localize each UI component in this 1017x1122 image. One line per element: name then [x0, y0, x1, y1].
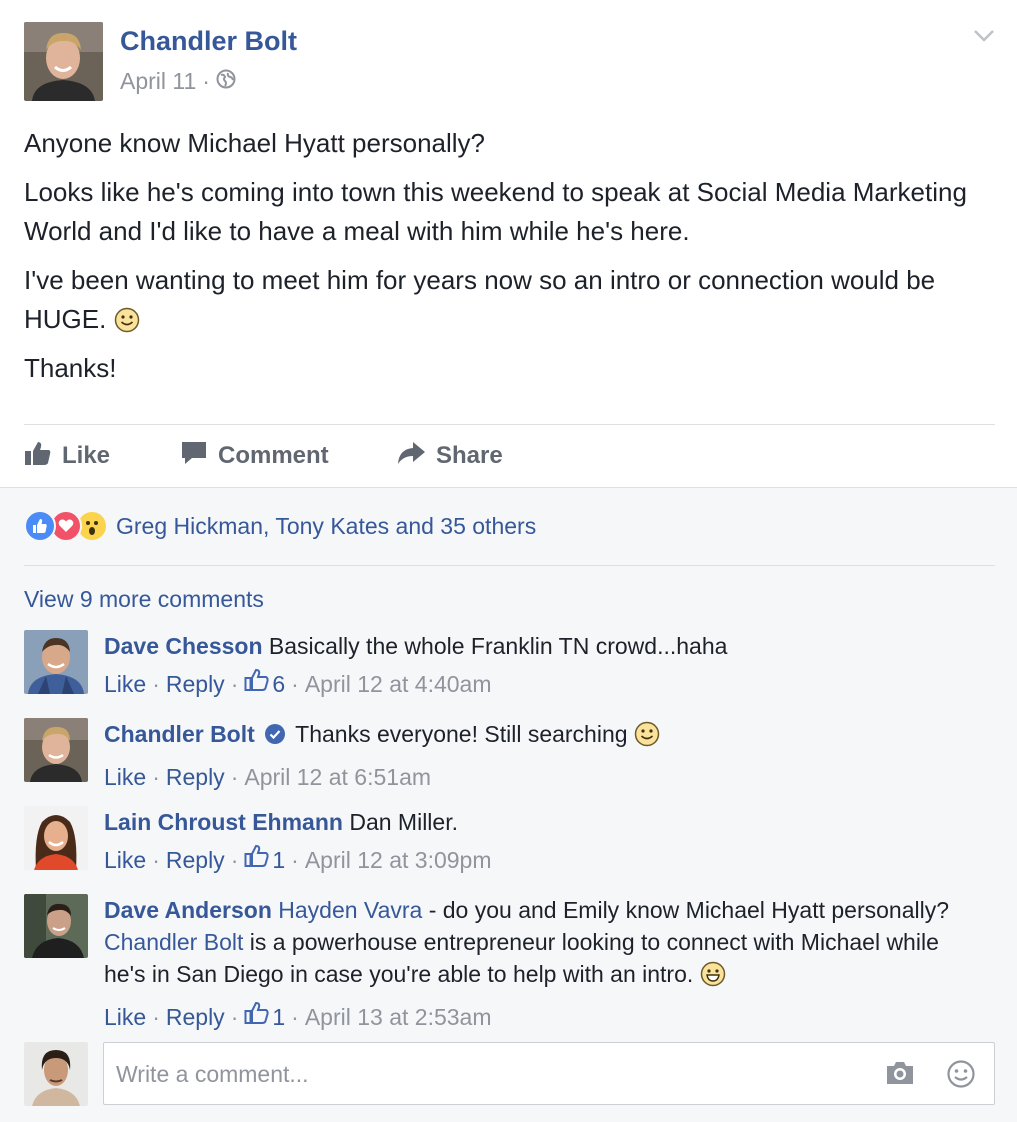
- smiley-emoji-icon: [114, 305, 140, 344]
- grinning-emoji-icon: [700, 961, 726, 995]
- comment-like-count[interactable]: 1: [272, 844, 285, 876]
- comment-like-link[interactable]: Like: [104, 761, 146, 793]
- write-comment-input[interactable]: [116, 1057, 856, 1091]
- comment-like-link[interactable]: Like: [104, 668, 146, 700]
- comment-composer: [103, 1042, 995, 1105]
- meta-separator: ·: [152, 671, 160, 697]
- globe-icon[interactable]: [216, 68, 236, 95]
- like-label: Like: [62, 442, 111, 469]
- post-date[interactable]: April 11: [120, 68, 196, 95]
- comment-meta: Like · Reply · 6 · April 12 at 4:40am: [104, 668, 984, 700]
- comment-bubble-icon: [180, 440, 208, 473]
- divider: [24, 424, 995, 425]
- view-more-comments-link[interactable]: View 9 more comments: [24, 586, 264, 613]
- comment-body: Lain Chroust Ehmann Dan Miller. Like · R…: [104, 806, 984, 876]
- chevron-down-icon[interactable]: [972, 28, 996, 49]
- divider: [24, 565, 995, 566]
- comment-text: Dan Miller.: [349, 809, 458, 835]
- comment-timestamp[interactable]: April 13 at 2:53am: [305, 1001, 492, 1033]
- comment-label: Comment: [218, 442, 329, 469]
- mention-link[interactable]: Chandler Bolt: [104, 929, 243, 955]
- comment-like-link[interactable]: Like: [104, 844, 146, 876]
- commenter-avatar[interactable]: [24, 718, 88, 782]
- meta-separator: ·: [230, 847, 239, 873]
- reaction-names-link[interactable]: Greg Hickman, Tony Kates and 35 others: [116, 513, 536, 540]
- smiley-emoji-icon: [634, 721, 660, 755]
- comment-content: Chandler Bolt Thanks everyone! Still sea…: [104, 718, 984, 755]
- post-paragraph: Thanks!: [24, 353, 117, 383]
- meta-separator: ·: [230, 1004, 239, 1030]
- post-paragraph: Anyone know Michael Hyatt personally?: [24, 128, 486, 158]
- comment-like-count[interactable]: 1: [272, 1001, 285, 1033]
- comment-meta: Like · Reply · 1 · April 13 at 2:53am: [104, 1001, 984, 1033]
- emoji-picker-icon[interactable]: [946, 1059, 976, 1094]
- comment-reply-link[interactable]: Reply: [166, 761, 225, 793]
- comment-author[interactable]: Lain Chroust Ehmann: [104, 809, 343, 835]
- thumbs-up-outline-icon[interactable]: [244, 668, 270, 700]
- like-reaction-icon: [24, 510, 56, 542]
- comment-meta: Like · Reply · April 12 at 6:51am: [104, 761, 984, 793]
- comment-like-link[interactable]: Like: [104, 1001, 146, 1033]
- thumbs-up-outline-icon[interactable]: [244, 1001, 270, 1033]
- comment-text: Thanks everyone! Still searching: [295, 721, 628, 747]
- verified-badge-icon: [265, 724, 286, 744]
- current-user-avatar: [24, 1042, 88, 1106]
- commenter-avatar[interactable]: [24, 806, 88, 870]
- comment-content: Lain Chroust Ehmann Dan Miller.: [104, 806, 984, 838]
- comment-body: Dave Chesson Basically the whole Frankli…: [104, 630, 984, 700]
- commenter-avatar[interactable]: [24, 894, 88, 958]
- comment-text: - do you and Emily know Michael Hyatt pe…: [428, 897, 949, 923]
- comment-content: Dave Chesson Basically the whole Frankli…: [104, 630, 984, 662]
- meta-separator: ·: [291, 1004, 299, 1030]
- share-arrow-icon: [396, 440, 426, 473]
- camera-icon[interactable]: [884, 1059, 916, 1092]
- meta-separator: ·: [230, 671, 239, 697]
- comment-body: Dave Anderson Hayden Vavra - do you and …: [104, 894, 984, 1033]
- comment-button[interactable]: Comment: [180, 438, 329, 474]
- share-button[interactable]: Share: [396, 438, 503, 474]
- post-card: Chandler Bolt April 11 · Anyone know Mic…: [0, 0, 1017, 487]
- mention-link[interactable]: Hayden Vavra: [278, 897, 422, 923]
- thumbs-up-outline-icon[interactable]: [244, 844, 270, 876]
- post-paragraph-text: I've been wanting to meet him for years …: [24, 265, 936, 334]
- comment-content: Dave Anderson Hayden Vavra - do you and …: [104, 894, 984, 995]
- post-author-name[interactable]: Chandler Bolt: [120, 26, 297, 57]
- reactions-summary[interactable]: Greg Hickman, Tony Kates and 35 others: [24, 508, 536, 544]
- comment-timestamp[interactable]: April 12 at 4:40am: [305, 668, 492, 700]
- comment-reply-link[interactable]: Reply: [166, 1001, 225, 1033]
- meta-separator: ·: [291, 671, 299, 697]
- comment-text: Basically the whole Franklin TN crowd...…: [268, 633, 728, 659]
- commenter-avatar[interactable]: [24, 630, 88, 694]
- meta-separator: ·: [152, 847, 160, 873]
- meta-separator: ·: [152, 1004, 160, 1030]
- comment-reply-link[interactable]: Reply: [166, 668, 225, 700]
- share-label: Share: [436, 442, 503, 469]
- comment-like-count[interactable]: 6: [272, 668, 285, 700]
- meta-separator: ·: [152, 764, 160, 790]
- post-paragraph: I've been wanting to meet him for years …: [24, 261, 984, 344]
- comment-author[interactable]: Dave Chesson: [104, 633, 263, 659]
- comment-author[interactable]: Chandler Bolt: [104, 721, 255, 747]
- comment-body: Chandler Bolt Thanks everyone! Still sea…: [104, 718, 984, 793]
- comment-meta: Like · Reply · 1 · April 12 at 3:09pm: [104, 844, 984, 876]
- meta-separator: ·: [202, 68, 210, 94]
- comment-reply-link[interactable]: Reply: [166, 844, 225, 876]
- meta-separator: ·: [291, 847, 299, 873]
- comment-author[interactable]: Dave Anderson: [104, 897, 272, 923]
- post-meta: April 11 ·: [120, 68, 236, 95]
- post-paragraph: Looks like he's coming into town this we…: [24, 177, 967, 246]
- meta-separator: ·: [230, 764, 239, 790]
- author-avatar[interactable]: [24, 22, 103, 101]
- comment-timestamp[interactable]: April 12 at 3:09pm: [305, 844, 492, 876]
- thumbs-up-icon: [24, 440, 52, 473]
- comment-timestamp[interactable]: April 12 at 6:51am: [244, 761, 431, 793]
- like-button[interactable]: Like: [24, 438, 110, 474]
